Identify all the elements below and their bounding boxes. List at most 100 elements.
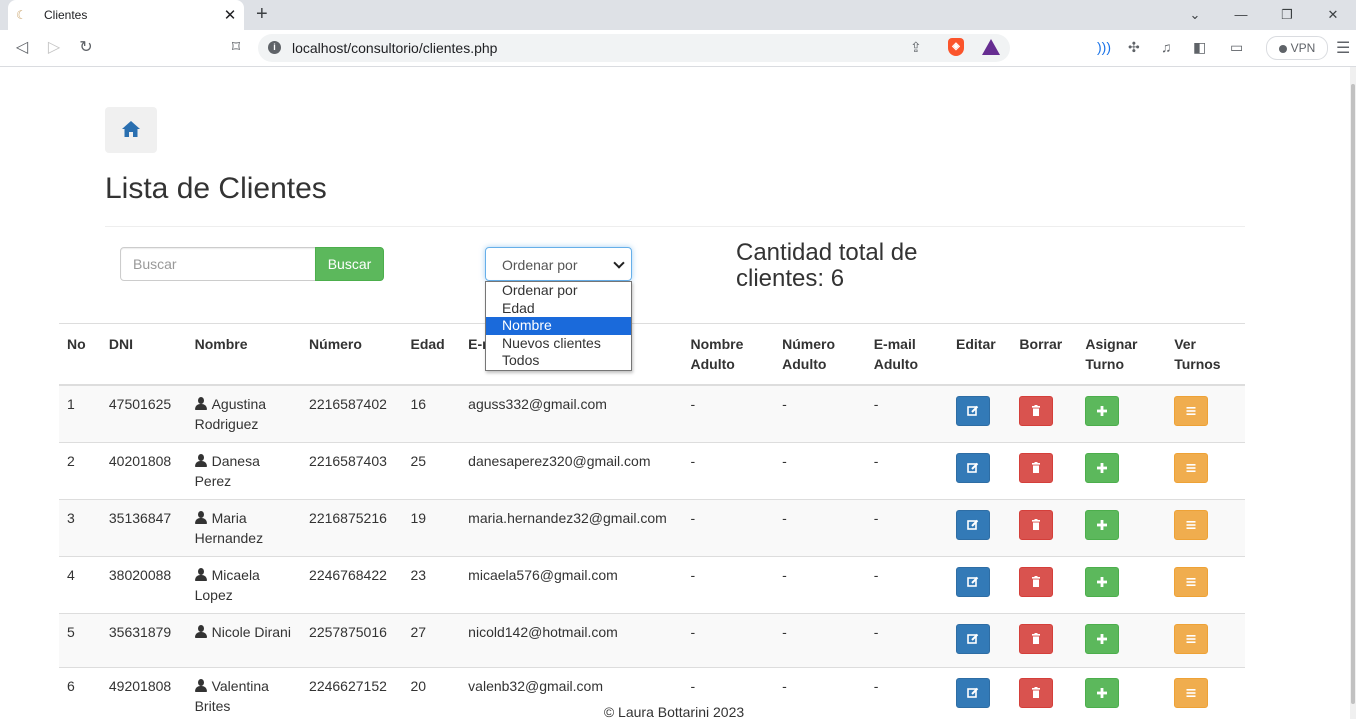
cell-action: [1011, 443, 1077, 500]
search-input[interactable]: [120, 247, 316, 281]
cell-no: 3: [59, 500, 101, 557]
delete-button[interactable]: [1019, 453, 1053, 483]
assign-turn-button[interactable]: [1085, 453, 1119, 483]
edit-button[interactable]: [956, 396, 990, 426]
cell-action: [948, 500, 1011, 557]
restore-icon[interactable]: ❐: [1264, 0, 1310, 30]
url-text[interactable]: localhost/consultorio/clientes.php: [292, 40, 497, 56]
sort-select-value: Ordenar por: [502, 257, 577, 273]
cell-dni: 47501625: [101, 385, 187, 443]
plus-icon: [1096, 576, 1108, 588]
cell-action: [1166, 443, 1245, 500]
forward-icon[interactable]: ▷: [40, 30, 68, 66]
user-icon: [195, 511, 207, 524]
delete-button[interactable]: [1019, 567, 1053, 597]
edit-button[interactable]: [956, 567, 990, 597]
browser-tab[interactable]: ☾ Clientes ✕: [8, 0, 244, 30]
minimize-icon[interactable]: —: [1218, 0, 1264, 30]
delete-button[interactable]: [1019, 396, 1053, 426]
cell-numero-adulto: -: [774, 557, 866, 614]
column-header: Ver Turnos: [1166, 324, 1245, 386]
view-turns-button[interactable]: [1174, 567, 1208, 597]
vpn-status-icon: [1279, 45, 1287, 53]
edit-button[interactable]: [956, 453, 990, 483]
view-turns-button[interactable]: [1174, 624, 1208, 654]
speedreader-icon[interactable]: ))): [1097, 39, 1111, 55]
brave-rewards-icon[interactable]: [982, 39, 1000, 55]
cell-email: nicold142@hotmail.com: [460, 614, 682, 668]
cell-email-adulto: -: [866, 557, 948, 614]
cell-edad: 25: [403, 443, 461, 500]
extensions-icon[interactable]: ✣: [1128, 39, 1140, 56]
site-info-icon[interactable]: i: [268, 41, 281, 54]
address-bar[interactable]: i localhost/consultorio/clientes.php ⇪ ◈: [258, 34, 1010, 62]
column-header: Nombre Adulto: [683, 324, 775, 386]
brave-shields-icon[interactable]: ◈: [948, 38, 964, 56]
assign-turn-button[interactable]: [1085, 396, 1119, 426]
cell-numero: 2216587402: [301, 385, 402, 443]
vpn-label: VPN: [1291, 41, 1316, 55]
page-scrollbar[interactable]: [1350, 67, 1356, 719]
column-header: Asignar Turno: [1077, 324, 1166, 386]
cell-no: 5: [59, 614, 101, 668]
trash-icon: [1030, 405, 1042, 417]
sort-option[interactable]: Nuevos clientes: [486, 335, 631, 353]
sort-option[interactable]: Todos: [486, 352, 631, 370]
back-icon[interactable]: ◁: [8, 30, 36, 66]
search-button[interactable]: Buscar: [315, 247, 384, 281]
trash-icon: [1030, 633, 1042, 645]
new-tab-icon[interactable]: +: [256, 3, 268, 26]
media-icon[interactable]: ♫: [1161, 39, 1172, 55]
bookmark-icon[interactable]: ⌑: [222, 30, 250, 66]
cell-action: [1011, 614, 1077, 668]
assign-turn-button[interactable]: [1085, 624, 1119, 654]
edit-button[interactable]: [956, 624, 990, 654]
reload-icon[interactable]: ↻: [72, 30, 100, 66]
cell-email-adulto: -: [866, 500, 948, 557]
sort-option[interactable]: Ordenar por: [486, 282, 631, 300]
delete-button[interactable]: [1019, 510, 1053, 540]
trash-icon: [1030, 462, 1042, 474]
edit-button[interactable]: [956, 510, 990, 540]
cell-nombre-adulto: -: [683, 500, 775, 557]
view-turns-button[interactable]: [1174, 396, 1208, 426]
home-button[interactable]: [105, 107, 157, 153]
browser-toolbar: ◁ ▷ ↻ ⌑ i localhost/consultorio/clientes…: [0, 30, 1356, 67]
column-header: No: [59, 324, 101, 386]
window-close-icon[interactable]: ✕: [1310, 0, 1356, 30]
view-turns-button[interactable]: [1174, 510, 1208, 540]
edit-icon: [967, 519, 979, 531]
delete-button[interactable]: [1019, 624, 1053, 654]
vpn-button[interactable]: VPN: [1266, 36, 1328, 60]
cell-action: [948, 443, 1011, 500]
table-row: 147501625Agustina Rodriguez221658740216a…: [59, 385, 1245, 443]
sort-select[interactable]: Ordenar por: [485, 247, 632, 281]
sort-option[interactable]: Nombre: [486, 317, 631, 335]
browser-menu-icon[interactable]: ☰: [1336, 38, 1350, 58]
trash-icon: [1030, 576, 1042, 588]
scrollbar-thumb[interactable]: [1351, 84, 1355, 704]
list-icon: [1185, 633, 1197, 645]
sort-dropdown: Ordenar porEdadNombreNuevos clientesTodo…: [485, 281, 632, 371]
cell-numero-adulto: -: [774, 385, 866, 443]
tab-close-icon[interactable]: ✕: [220, 6, 240, 24]
window-controls: ⌄ — ❐ ✕: [1172, 0, 1356, 30]
cell-action: [1077, 500, 1166, 557]
client-count: Cantidad total de clientes: 6: [736, 240, 976, 292]
edit-icon: [967, 462, 979, 474]
table-row: 240201808Danesa Perez221658740325danesap…: [59, 443, 1245, 500]
tab-search-chevron-icon[interactable]: ⌄: [1172, 0, 1218, 30]
table-row: 438020088Micaela Lopez224676842223micael…: [59, 557, 1245, 614]
list-icon: [1185, 519, 1197, 531]
column-header: Borrar: [1011, 324, 1077, 386]
share-icon[interactable]: ⇪: [910, 39, 922, 56]
assign-turn-button[interactable]: [1085, 567, 1119, 597]
wallet-icon[interactable]: ▭: [1230, 39, 1243, 56]
sort-option[interactable]: Edad: [486, 300, 631, 318]
cell-numero: 2216587403: [301, 443, 402, 500]
sidebar-icon[interactable]: ◧: [1193, 39, 1206, 56]
cell-numero: 2246768422: [301, 557, 402, 614]
view-turns-button[interactable]: [1174, 453, 1208, 483]
assign-turn-button[interactable]: [1085, 510, 1119, 540]
chevron-down-icon: [613, 257, 624, 268]
